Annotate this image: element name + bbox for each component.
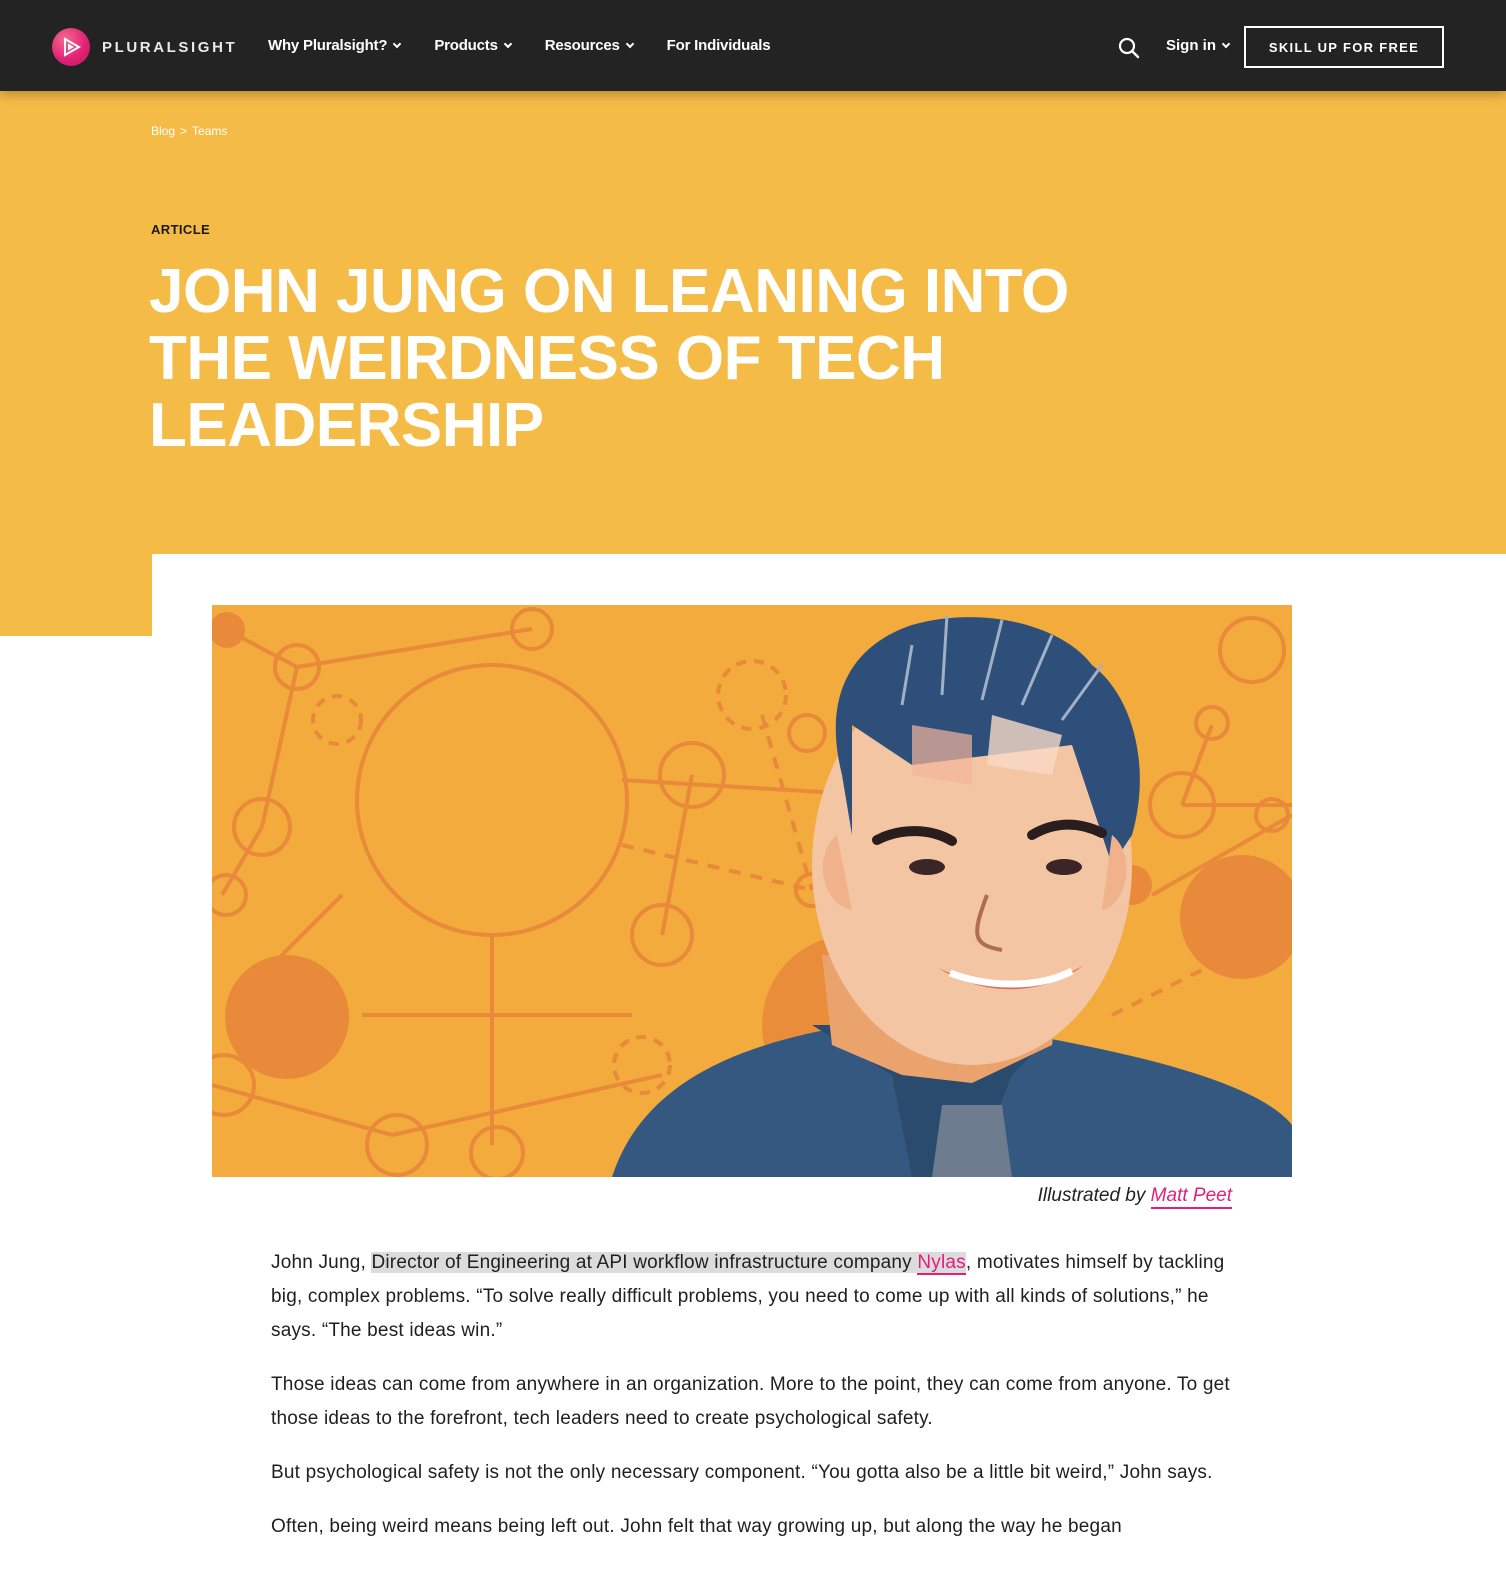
sign-in-menu[interactable]: Sign in: [1166, 37, 1231, 54]
play-logo-icon: [52, 28, 90, 66]
breadcrumb-teams-link[interactable]: Teams: [192, 124, 227, 138]
article-paragraph: John Jung, Director of Engineering at AP…: [271, 1246, 1231, 1348]
nav-resources[interactable]: Resources: [544, 37, 634, 54]
skill-up-for-free-button[interactable]: SKILL UP FOR FREE: [1244, 26, 1444, 68]
article-paragraph: Often, being weird means being left out.…: [271, 1516, 1122, 1537]
article-paragraph: Those ideas can come from anywhere in an…: [271, 1374, 1230, 1429]
chevron-down-icon: [393, 39, 402, 48]
page-title: JOHN JUNG ON LEANING INTO THE WEIRDNESS …: [149, 257, 1069, 460]
breadcrumb-separator: >: [180, 124, 188, 138]
nav-for-individuals[interactable]: For Individuals: [667, 37, 771, 54]
sign-in-label: Sign in: [1166, 37, 1216, 54]
content-type-label: ARTICLE: [151, 222, 211, 237]
pluralsight-logo[interactable]: PLURALSIGHT: [52, 27, 237, 67]
main-menu: Why Pluralsight? Products Resources For …: [268, 0, 804, 91]
hero-accent-block: [0, 554, 152, 636]
illustrator-link[interactable]: Matt Peet: [1150, 1185, 1232, 1209]
top-navigation: PLURALSIGHT Why Pluralsight? Products Re…: [0, 0, 1506, 91]
article-hero-illustration: [212, 605, 1292, 1177]
nav-products[interactable]: Products: [434, 37, 512, 54]
chevron-down-icon: [1221, 39, 1231, 48]
nav-why-pluralsight[interactable]: Why Pluralsight?: [268, 37, 402, 54]
chevron-down-icon: [503, 39, 512, 48]
caption-prefix: Illustrated by: [1037, 1185, 1146, 1206]
search-icon[interactable]: [1118, 37, 1140, 59]
nav-item-label: Resources: [544, 37, 620, 54]
brand-name: PLURALSIGHT: [102, 38, 238, 56]
highlighted-text: Director of Engineering at API workflow …: [371, 1252, 966, 1275]
article-paragraph: But psychological safety is not the only…: [271, 1462, 1213, 1483]
nav-item-label: Why Pluralsight?: [268, 37, 388, 54]
chevron-down-icon: [625, 39, 634, 48]
article-body: John Jung, Director of Engineering at AP…: [271, 1246, 1231, 1564]
paragraph-lead: John Jung,: [271, 1252, 372, 1273]
breadcrumb: Blog > Teams: [151, 124, 227, 138]
nylas-link[interactable]: Nylas: [917, 1252, 966, 1275]
nav-item-label: For Individuals: [666, 37, 771, 54]
highlighted-phrase: Director of Engineering at API workflow …: [371, 1252, 918, 1273]
nav-item-label: Products: [434, 37, 498, 54]
illustration-caption: Illustrated by Matt Peet: [1037, 1185, 1232, 1209]
breadcrumb-blog-link[interactable]: Blog: [151, 124, 175, 138]
